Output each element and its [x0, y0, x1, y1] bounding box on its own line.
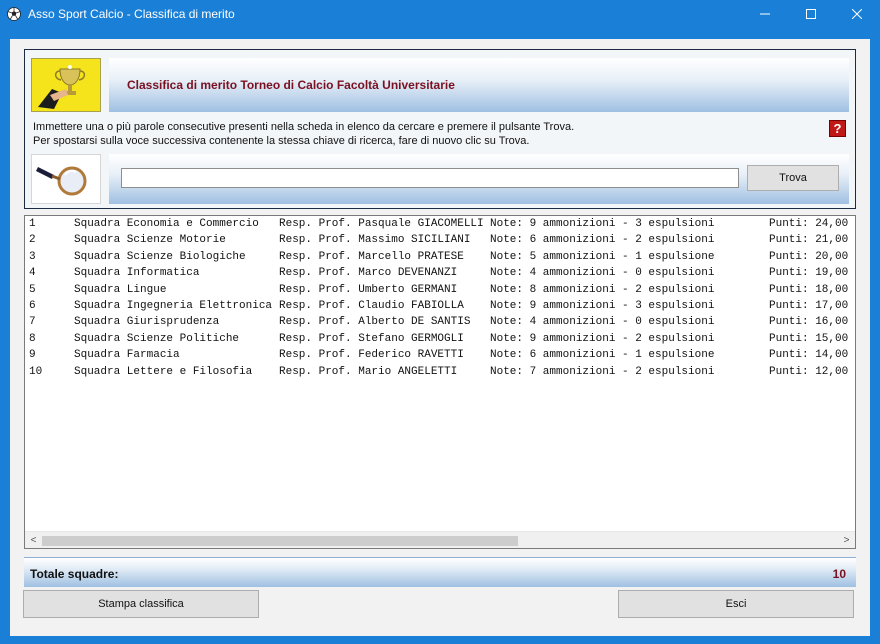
- ranking-rows: 1 Squadra Economia e Commercio Resp. Prof.…: [25, 216, 855, 530]
- row-responsible: Resp. Prof. Claudio FABIOLLA: [279, 299, 464, 312]
- totals-label: Totale squadre:: [30, 567, 119, 581]
- totals-value: 10: [832, 567, 846, 581]
- row-team: Squadra Lingue: [74, 283, 167, 296]
- list-item[interactable]: 6 Squadra Ingegneria Elettronica Resp. Pro…: [25, 298, 855, 314]
- ranking-list[interactable]: 1 Squadra Economia e Commercio Resp. Prof.…: [24, 215, 856, 549]
- list-item[interactable]: 3 Squadra Scienze Biologiche Resp. Prof. M…: [25, 249, 855, 265]
- row-points: Punti: 15,00: [769, 332, 849, 345]
- page-title: Classifica di merito Torneo di Calcio Fa…: [127, 78, 455, 92]
- row-team: Squadra Informatica: [74, 267, 200, 280]
- row-responsible: Resp. Prof. Federico RAVETTI: [279, 349, 464, 362]
- row-notes: Note: 6 ammonizioni - 1 espulsione: [490, 349, 715, 362]
- row-responsible: Resp. Prof. Massimo SICILIANI: [279, 234, 471, 247]
- window-title: Asso Sport Calcio - Classifica di merito: [28, 6, 235, 21]
- scroll-left-button[interactable]: <: [25, 532, 42, 548]
- exit-button[interactable]: Esci: [618, 590, 854, 618]
- soccer-ball-icon: [7, 6, 21, 21]
- row-notes: Note: 5 ammonizioni - 1 espulsione: [490, 250, 715, 263]
- row-points: Punti: 14,00: [769, 349, 849, 362]
- find-button[interactable]: Trova: [747, 165, 839, 191]
- title-bar: Asso Sport Calcio - Classifica di merito: [0, 0, 880, 27]
- search-panel: Classifica di merito Torneo di Calcio Fa…: [24, 49, 856, 209]
- row-number: 10: [29, 365, 43, 378]
- row-points: Punti: 20,00: [769, 250, 849, 263]
- magnifier-image: [31, 154, 101, 204]
- window-controls: [742, 0, 880, 27]
- row-team: Squadra Farmacia: [74, 349, 180, 362]
- list-item[interactable]: 5 Squadra Lingue Resp. Prof. Umberto GERMA…: [25, 282, 855, 298]
- window-frame: Classifica di merito Torneo di Calcio Fa…: [0, 27, 880, 644]
- row-team: Squadra Ingegneria Elettronica: [74, 299, 273, 312]
- list-item[interactable]: 8 Squadra Scienze Politiche Resp. Prof. St…: [25, 331, 855, 347]
- row-number: 2: [29, 234, 36, 247]
- row-number: 3: [29, 250, 36, 263]
- row-points: Punti: 16,00: [769, 316, 849, 329]
- row-responsible: Resp. Prof. Marcello PRATESE: [279, 250, 464, 263]
- minimize-button[interactable]: [742, 0, 788, 27]
- window-client-area: Classifica di merito Torneo di Calcio Fa…: [10, 39, 870, 636]
- close-icon: [852, 8, 862, 19]
- row-number: 9: [29, 349, 36, 362]
- row-number: 6: [29, 299, 36, 312]
- row-responsible: Resp. Prof. Umberto GERMANI: [279, 283, 458, 296]
- row-responsible: Resp. Prof. Stefano GERMOGLI: [279, 332, 464, 345]
- row-notes: Note: 9 ammonizioni - 3 espulsioni: [490, 299, 715, 312]
- list-item[interactable]: 7 Squadra Giurisprudenza Resp. Prof. Alber…: [25, 314, 855, 330]
- row-team: Squadra Lettere e Filosofia: [74, 365, 253, 378]
- header-band: Classifica di merito Torneo di Calcio Fa…: [109, 58, 849, 112]
- row-responsible: Resp. Prof. Alberto DE SANTIS: [279, 316, 471, 329]
- list-item[interactable]: 4 Squadra Informatica Resp. Prof. Marco DE…: [25, 265, 855, 281]
- list-item[interactable]: 1 Squadra Economia e Commercio Resp. Prof.…: [25, 216, 855, 232]
- row-points: Punti: 17,00: [769, 299, 849, 312]
- search-band: Trova: [109, 154, 849, 204]
- maximize-icon: [806, 8, 816, 19]
- row-number: 7: [29, 316, 36, 329]
- row-team: Squadra Scienze Biologiche: [74, 250, 246, 263]
- totals-bar: Totale squadre: 10: [24, 557, 856, 587]
- trophy-image: [31, 58, 101, 112]
- row-points: Punti: 24,00: [769, 218, 849, 230]
- row-team: Squadra Economia e Commercio: [74, 218, 259, 230]
- row-points: Punti: 19,00: [769, 267, 849, 280]
- row-notes: Note: 8 ammonizioni - 2 espulsioni: [490, 283, 715, 296]
- maximize-button[interactable]: [788, 0, 834, 27]
- search-input[interactable]: [121, 168, 739, 188]
- row-team: Squadra Scienze Politiche: [74, 332, 240, 345]
- close-button[interactable]: [834, 0, 880, 27]
- row-team: Squadra Scienze Motorie: [74, 234, 226, 247]
- trophy-icon: [38, 65, 86, 109]
- row-notes: Note: 6 ammonizioni - 2 espulsioni: [490, 234, 715, 247]
- row-points: Punti: 12,00: [769, 365, 849, 378]
- instructions-line-2: Per spostarsi sulla voce successiva cont…: [33, 135, 530, 147]
- row-points: Punti: 18,00: [769, 283, 849, 296]
- minimize-icon: [760, 13, 770, 14]
- row-number: 1: [29, 218, 36, 230]
- row-responsible: Resp. Prof. Mario ANGELETTI: [279, 365, 458, 378]
- list-item[interactable]: 2 Squadra Scienze Motorie Resp. Prof. Mass…: [25, 232, 855, 248]
- magnifier-icon: [36, 166, 87, 196]
- row-notes: Note: 4 ammonizioni - 0 espulsioni: [490, 316, 715, 329]
- row-notes: Note: 9 ammonizioni - 2 espulsioni: [490, 332, 715, 345]
- scrollbar-thumb[interactable]: [42, 536, 518, 546]
- row-number: 5: [29, 283, 36, 296]
- help-button[interactable]: ?: [829, 120, 846, 137]
- row-responsible: Resp. Prof. Marco DEVENANZI: [279, 267, 458, 280]
- row-number: 8: [29, 332, 36, 345]
- row-notes: Note: 7 ammonizioni - 2 espulsioni: [490, 365, 715, 378]
- row-points: Punti: 21,00: [769, 234, 849, 247]
- list-item[interactable]: 9 Squadra Farmacia Resp. Prof. Federico RA…: [25, 347, 855, 363]
- row-notes: Note: 9 ammonizioni - 3 espulsioni: [490, 218, 715, 230]
- row-notes: Note: 4 ammonizioni - 0 espulsioni: [490, 267, 715, 280]
- print-ranking-button[interactable]: Stampa classifica: [23, 590, 259, 618]
- horizontal-scrollbar[interactable]: < >: [25, 531, 855, 548]
- row-responsible: Resp. Prof. Pasquale GIACOMELLI: [279, 218, 484, 230]
- scroll-right-button[interactable]: >: [838, 532, 855, 548]
- row-team: Squadra Giurisprudenza: [74, 316, 220, 329]
- list-item[interactable]: 10 Squadra Lettere e Filosofia Resp. Prof.…: [25, 364, 855, 380]
- instructions-line-1: Immettere una o più parole consecutive p…: [33, 121, 575, 133]
- row-number: 4: [29, 267, 36, 280]
